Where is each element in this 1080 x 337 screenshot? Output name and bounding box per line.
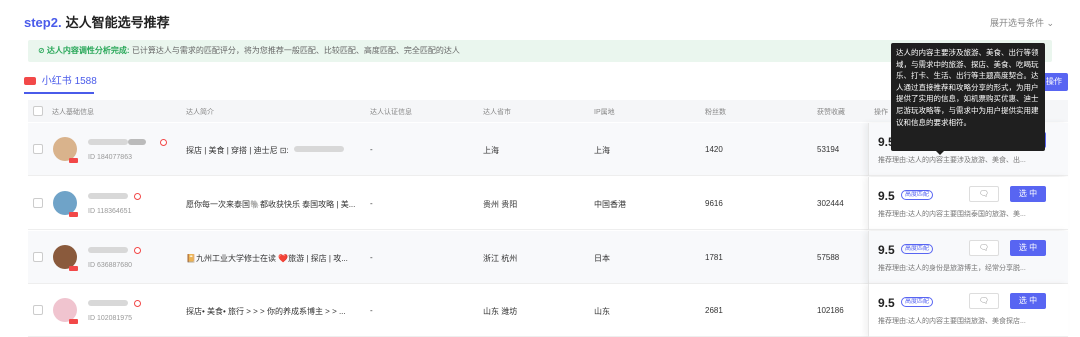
likes-count: 53194 [817, 145, 840, 154]
column-header: 达人简介 [186, 109, 214, 116]
ip-location: 山东 [594, 307, 610, 316]
redacted-text [294, 146, 344, 152]
row-checkbox[interactable] [33, 144, 43, 154]
redacted-name [88, 193, 128, 199]
recommendation-panel: 9.5 高度匹配 🗨 选 中 推荐理由:达人的内容主要围绕旅游、美食探店... [868, 284, 1068, 337]
ip-location: 上海 [594, 146, 610, 155]
fans-count: 2681 [705, 306, 723, 315]
likes-count: 102186 [817, 306, 844, 315]
match-score: 9.5 [878, 296, 895, 310]
tab-count: 1588 [74, 76, 97, 87]
column-header: IP属地 [594, 109, 615, 116]
recommend-reason: 推荐理由:达人的内容主要涉及旅游、美食、出... [878, 157, 1026, 164]
match-score: 9.5 [878, 189, 895, 203]
verified-icon [160, 139, 167, 146]
influencer-id: ID 118364651 [88, 208, 132, 215]
fans-count: 9616 [705, 199, 723, 208]
xiaohongshu-badge-icon [69, 266, 78, 271]
column-header: 操作 [874, 109, 888, 116]
cert-info: - [370, 145, 373, 154]
xiaohongshu-badge-icon [69, 319, 78, 324]
recommendation-panel: 9.5 高度匹配 🗨 选 中 推荐理由:达人的内容主要围绕泰国的旅游、美... [868, 177, 1068, 230]
table-row: ID 118364651 愿你每一次来泰国🐘都收获快乐 泰国攻略 | 美... … [28, 177, 1068, 230]
xiaohongshu-badge-icon [69, 212, 78, 217]
column-header: 粉丝数 [705, 109, 726, 116]
match-level-tag: 高度匹配 [901, 190, 934, 200]
verified-icon [134, 300, 141, 307]
redacted-name [88, 139, 128, 145]
select-button[interactable]: 选 中 [1010, 240, 1046, 256]
expand-filters-button[interactable]: 展开选号条件 ⌄ [990, 16, 1054, 29]
section-header: step2. 达人智能选号推荐 [24, 12, 170, 31]
influencer-id: ID 636887680 [88, 262, 132, 269]
match-level-tag: 高度匹配 [901, 244, 934, 254]
row-checkbox[interactable] [33, 198, 43, 208]
influencer-id: ID 102081975 [88, 315, 132, 322]
recommend-reason-tooltip: 达人的内容主要涉及旅游、美食、出行等领域，与需求中的旅游、探店、美食、吃喝玩乐、… [891, 43, 1045, 155]
ip-location: 中国香港 [594, 200, 626, 209]
redacted-name [128, 139, 146, 145]
row-checkbox[interactable] [33, 305, 43, 315]
verified-icon [134, 193, 141, 200]
feedback-icon[interactable]: 🗨 [969, 186, 999, 202]
fans-count: 1420 [705, 145, 723, 154]
influencer-intro: 愿你每一次来泰国🐘都收获快乐 泰国攻略 | 美... [186, 200, 356, 209]
match-level-tag: 高度匹配 [901, 297, 934, 307]
ip-location: 日本 [594, 254, 610, 263]
step-number: step2. [24, 15, 62, 30]
redacted-name [88, 300, 128, 306]
column-header: 达人认证信息 [370, 109, 412, 116]
influencer-intro: 探店• 美食• 旅行 > > > 你的养成系博主 > > ... [186, 307, 346, 316]
cert-info: - [370, 306, 373, 315]
likes-count: 302444 [817, 199, 844, 208]
xiaohongshu-badge-icon [69, 158, 78, 163]
fans-count: 1781 [705, 253, 723, 262]
recommendation-panel: 9.5 高度匹配 🗨 选 中 推荐理由:达人的身份是旅游博主，经常分享脱... [868, 231, 1068, 284]
influencer-intro: 探店 | 美食 | 穿搭 | 迪士尼 ⊡: [186, 146, 289, 155]
influencer-intro: 📔九州工业大学修士在读 ❤️旅游 | 探店 | 攻... [186, 254, 348, 263]
likes-count: 57588 [817, 253, 840, 262]
influencer-id: ID 184077863 [88, 154, 132, 161]
select-button[interactable]: 选 中 [1010, 293, 1046, 309]
cert-info: - [370, 253, 373, 262]
column-header: 获赞收藏 [817, 109, 845, 116]
column-header: 达人省市 [483, 109, 511, 116]
section-title: 达人智能选号推荐 [65, 15, 170, 30]
xiaohongshu-logo-icon [24, 77, 36, 86]
redacted-name [88, 247, 128, 253]
province-city: 山东 潍坊 [483, 307, 518, 316]
match-score: 9.5 [878, 243, 895, 257]
verified-icon [134, 247, 141, 254]
table-row: ID 636887680 📔九州工业大学修士在读 ❤️旅游 | 探店 | 攻..… [28, 231, 1068, 284]
province-city: 浙江 杭州 [483, 254, 518, 263]
feedback-icon[interactable]: 🗨 [969, 240, 999, 256]
select-all-checkbox[interactable] [33, 106, 43, 116]
row-checkbox[interactable] [33, 252, 43, 262]
recommend-reason: 推荐理由:达人的内容主要围绕泰国的旅游、美... [878, 211, 1026, 218]
tab-label: 小红书 [41, 76, 72, 87]
table-row: ID 102081975 探店• 美食• 旅行 > > > 你的养成系博主 > … [28, 284, 1068, 337]
notice-text: 已计算达人与需求的匹配评分，将为您推荐一般匹配、比较匹配、高度匹配、完全匹配的达… [131, 46, 460, 55]
recommend-reason: 推荐理由:达人的身份是旅游博主，经常分享脱... [878, 265, 1026, 272]
tab-xiaohongshu[interactable]: 小红书 1588 [24, 72, 97, 94]
feedback-icon[interactable]: 🗨 [969, 293, 999, 309]
active-tab-indicator [24, 92, 94, 94]
cert-info: - [370, 199, 373, 208]
notice-title: ⊘ 达人内容调性分析完成: [38, 46, 130, 55]
select-button[interactable]: 选 中 [1010, 186, 1046, 202]
province-city: 上海 [483, 146, 499, 155]
recommend-reason: 推荐理由:达人的内容主要围绕旅游、美食探店... [878, 318, 1026, 325]
province-city: 贵州 贵阳 [483, 200, 518, 209]
column-header: 达人基础信息 [52, 109, 94, 116]
